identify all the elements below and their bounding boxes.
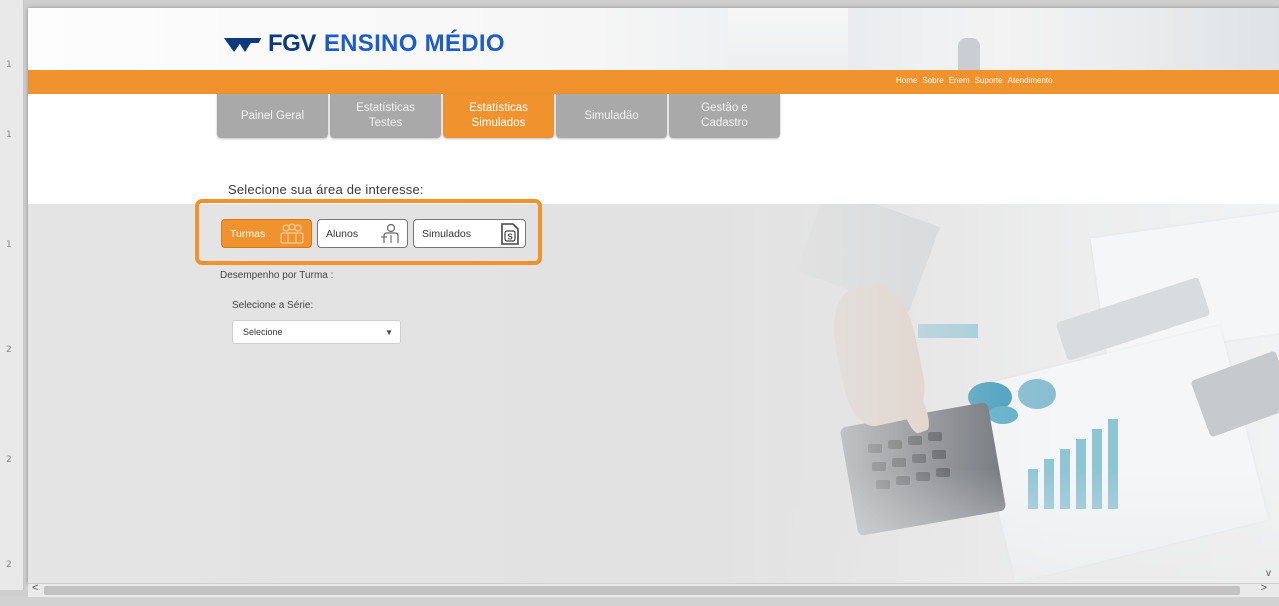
horizontal-scrollbar[interactable]: < > — [28, 582, 1279, 597]
tab-estatisticas-simulados[interactable]: Estatísticas Simulados — [443, 94, 554, 138]
ruler-mark: 2 — [6, 455, 12, 465]
header-window-decoration — [728, 8, 848, 70]
page-viewport: FGV ENSINO MÉDIO Home Sobre Enem Suporte… — [28, 8, 1279, 583]
turmas-label: Turmas — [230, 227, 266, 240]
tab-label: Painel Geral — [240, 109, 305, 122]
group-icon — [280, 223, 304, 244]
serie-label: Selecione a Série: — [232, 300, 314, 311]
top-nav-bar — [28, 70, 1279, 94]
browser-frame: 1 1 1 2 2 2 FGV ENSINO MÉDIO Home Sobre … — [0, 0, 1279, 606]
tab-label: Gestão e Cadastro — [701, 102, 748, 129]
intro-text: Selecione sua área de interesse: — [228, 182, 424, 197]
chevron-down-icon: ▼ — [385, 328, 393, 337]
alunos-button[interactable]: Alunos — [317, 219, 408, 248]
photo-fade-overlay — [768, 204, 1279, 583]
ruler-mark: 1 — [6, 240, 12, 250]
top-link-atendimento[interactable]: Atendimento — [1008, 76, 1053, 85]
ruler-mark: 1 — [6, 60, 12, 70]
top-link-suporte[interactable]: Suporte — [975, 76, 1003, 85]
serie-select-value: Selecione — [243, 327, 283, 337]
top-link-home[interactable]: Home — [896, 76, 917, 85]
top-link-enem[interactable]: Enem — [949, 76, 970, 85]
tab-estatisticas-testes[interactable]: Estatísticas Testes — [330, 94, 441, 138]
header-figure-decoration — [958, 38, 980, 70]
svg-text:S: S — [507, 233, 513, 242]
ruler-mark: 2 — [6, 345, 12, 355]
fgv-logo-mark-icon — [224, 34, 262, 54]
background-photo — [768, 204, 1279, 583]
bottom-strip — [0, 597, 1279, 606]
logo-ensino-medio-text: ENSINO MÉDIO — [323, 30, 505, 57]
document-s-icon: S — [501, 223, 519, 245]
section-title: Desempenho por Turma : — [220, 270, 334, 281]
top-link-sobre[interactable]: Sobre — [922, 76, 943, 85]
scrollbar-thumb[interactable] — [44, 586, 1240, 595]
alunos-label: Alunos — [326, 227, 359, 240]
header-banner: FGV ENSINO MÉDIO — [28, 8, 1279, 70]
tab-painel-geral[interactable]: Painel Geral — [217, 94, 328, 138]
ruler-mark: 1 — [6, 130, 12, 140]
simulados-button[interactable]: Simulados S — [413, 219, 526, 248]
turmas-button[interactable]: Turmas — [221, 219, 312, 248]
student-icon — [381, 223, 399, 243]
ruler-mark: 2 — [6, 560, 12, 570]
main-tabs: Painel Geral Estatísticas Testes Estatís… — [217, 94, 782, 138]
serie-select[interactable]: Selecione ▼ — [232, 320, 401, 344]
scroll-left-icon[interactable]: < — [32, 582, 38, 594]
tab-label: Estatísticas Simulados — [469, 102, 528, 129]
top-nav-links: Home Sobre Enem Suporte Atendimento — [896, 76, 1053, 85]
tab-gestao-cadastro[interactable]: Gestão e Cadastro — [669, 94, 780, 138]
tab-simuladao[interactable]: Simuladão — [556, 94, 667, 138]
left-ruler: 1 1 1 2 2 2 — [0, 0, 24, 590]
tab-label: Estatísticas Testes — [356, 102, 415, 129]
scroll-down-icon[interactable]: v — [1266, 568, 1271, 579]
simulados-label: Simulados — [422, 227, 472, 240]
scroll-right-icon[interactable]: > — [1261, 582, 1267, 594]
logo-fgv-text: FGV — [268, 30, 316, 57]
tab-label: Simuladão — [584, 109, 639, 122]
fgv-logo[interactable]: FGV ENSINO MÉDIO — [224, 30, 505, 58]
